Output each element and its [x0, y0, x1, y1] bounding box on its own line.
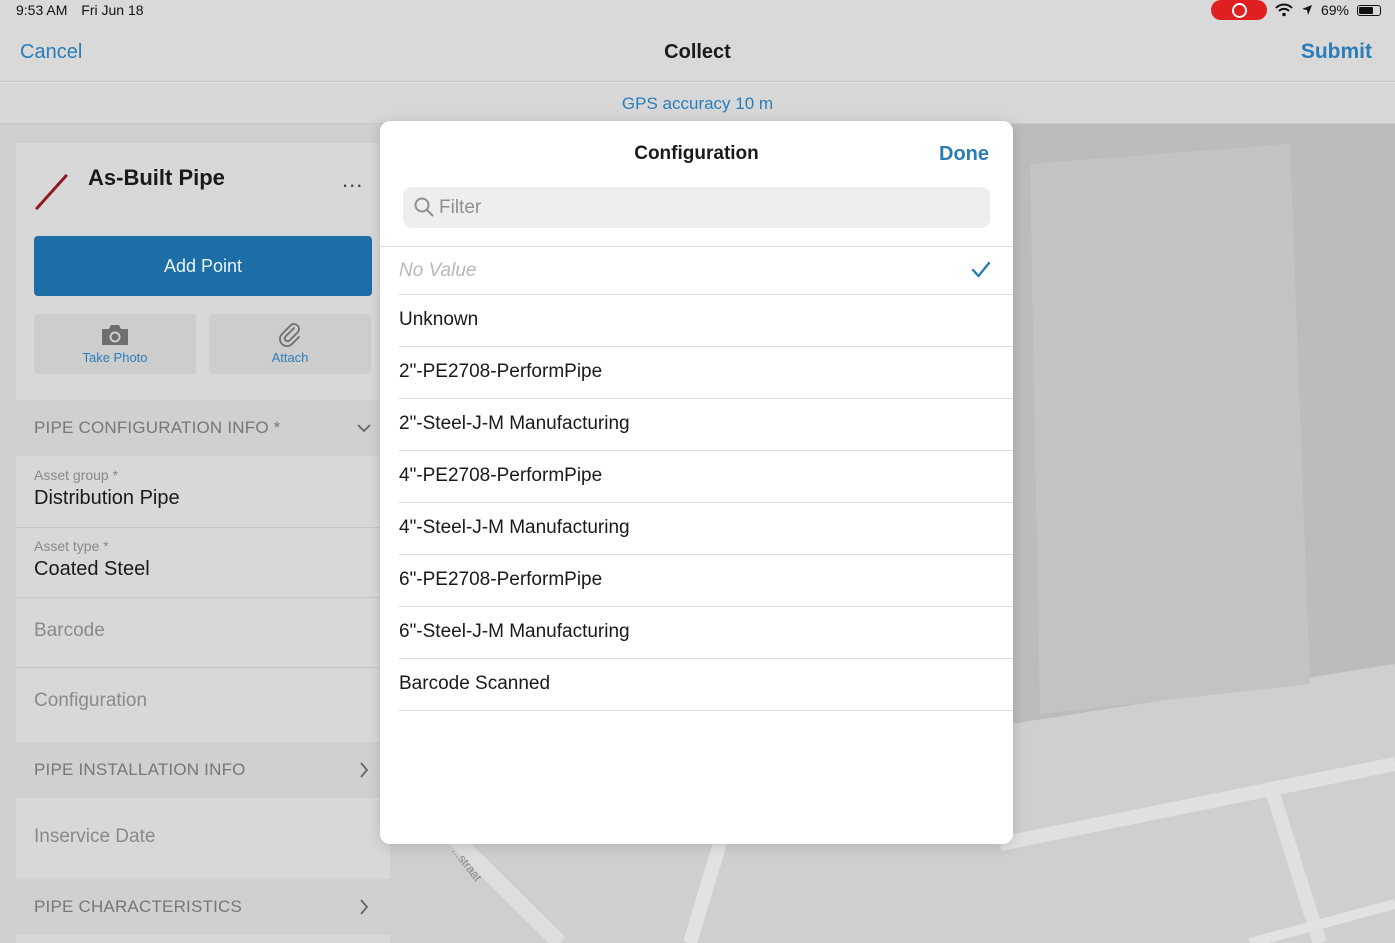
- filter-search-bar[interactable]: [403, 187, 990, 228]
- option-label: Unknown: [399, 309, 479, 330]
- inservice-date-label: Inservice Date: [34, 826, 156, 847]
- section-pipe-characteristics[interactable]: PIPE CHARACTERISTICS: [16, 879, 390, 935]
- take-photo-button[interactable]: Take Photo: [34, 314, 196, 374]
- asset-type-label: Asset type *: [34, 538, 109, 554]
- section-title: PIPE INSTALLATION INFO: [34, 760, 246, 779]
- option-label: 6"-PE2708-PerformPipe: [399, 569, 603, 590]
- option-no-value[interactable]: No Value: [380, 247, 1013, 295]
- section-title: PIPE CONFIGURATION INFO *: [34, 418, 281, 437]
- take-photo-label: Take Photo: [82, 350, 148, 365]
- option-label: Barcode Scanned: [399, 673, 551, 694]
- chevron-right-icon: [356, 879, 372, 943]
- asset-type-value: Coated Steel: [34, 558, 150, 580]
- submit-button[interactable]: Submit: [1301, 40, 1372, 64]
- asset-group-value: Distribution Pipe: [34, 487, 180, 509]
- asset-type-field[interactable]: Asset type * Coated Steel: [16, 528, 390, 598]
- option-item[interactable]: 4"-Steel-J-M Manufacturing: [380, 503, 1013, 555]
- inservice-date-field[interactable]: Inservice Date: [16, 803, 390, 873]
- option-label: 6"-Steel-J-M Manufacturing: [399, 621, 630, 642]
- status-date: Fri Jun 18: [81, 2, 144, 18]
- filter-input[interactable]: [439, 187, 979, 228]
- status-time: 9:53 AM: [16, 2, 68, 18]
- configuration-picker-popover: Configuration Done No Value Unknown 2"-P…: [380, 121, 1013, 844]
- option-item[interactable]: Barcode Scanned: [380, 659, 1013, 711]
- battery-percent: 69%: [1320, 2, 1349, 18]
- gps-accuracy-banner: GPS accuracy 10 m: [0, 83, 1395, 124]
- feature-header: As-Built Pipe ...: [16, 143, 390, 233]
- search-icon: [414, 197, 434, 217]
- option-label: 4"-Steel-J-M Manufacturing: [399, 517, 630, 538]
- battery-icon: [1357, 4, 1381, 16]
- done-button[interactable]: Done: [939, 143, 989, 166]
- add-point-button[interactable]: Add Point: [34, 236, 372, 296]
- checkmark-icon: [971, 261, 991, 278]
- configuration-label: Configuration: [34, 690, 148, 711]
- section-pipe-installation-info[interactable]: PIPE INSTALLATION INFO: [16, 742, 390, 798]
- navigation-bar: Cancel Collect Submit: [0, 22, 1395, 82]
- option-label: 4"-PE2708-PerformPipe: [399, 465, 603, 486]
- camera-icon: [102, 325, 128, 345]
- wifi-icon: [1275, 3, 1293, 17]
- asset-group-field[interactable]: Asset group * Distribution Pipe: [16, 458, 390, 528]
- attach-label: Attach: [271, 350, 309, 365]
- configuration-field[interactable]: Configuration: [16, 668, 390, 738]
- feature-form-panel: As-Built Pipe ... Add Point Take Photo A…: [16, 143, 390, 943]
- option-label: No Value: [399, 260, 477, 281]
- pipe-symbol-icon: [34, 173, 69, 211]
- more-options-button[interactable]: ...: [342, 169, 363, 191]
- section-pipe-configuration-info[interactable]: PIPE CONFIGURATION INFO *: [16, 400, 390, 456]
- barcode-field[interactable]: Barcode: [16, 598, 390, 668]
- option-item[interactable]: 6"-PE2708-PerformPipe: [380, 555, 1013, 607]
- option-item[interactable]: 2"-PE2708-PerformPipe: [380, 347, 1013, 399]
- asset-group-label: Asset group *: [34, 467, 119, 483]
- paperclip-icon: [279, 323, 300, 347]
- barcode-label: Barcode: [34, 620, 105, 641]
- option-item[interactable]: 6"-Steel-J-M Manufacturing: [380, 607, 1013, 659]
- configuration-options-list: No Value Unknown 2"-PE2708-PerformPipe 2…: [380, 247, 1013, 711]
- section-title: PIPE CHARACTERISTICS: [34, 897, 243, 916]
- status-bar: 9:53 AM Fri Jun 18 69%: [0, 0, 1395, 22]
- feature-title: As-Built Pipe: [88, 165, 225, 190]
- option-label: 2"-PE2708-PerformPipe: [399, 361, 603, 382]
- option-label: 2"-Steel-J-M Manufacturing: [399, 413, 630, 434]
- page-title: Collect: [664, 41, 731, 63]
- option-item[interactable]: 2"-Steel-J-M Manufacturing: [380, 399, 1013, 451]
- popover-title: Configuration: [634, 143, 759, 164]
- location-arrow-icon: [1301, 5, 1312, 15]
- screen-recording-icon[interactable]: [1210, 0, 1267, 20]
- attach-button[interactable]: Attach: [209, 314, 371, 374]
- option-item[interactable]: Unknown: [380, 295, 1013, 347]
- option-item[interactable]: 4"-PE2708-PerformPipe: [380, 451, 1013, 503]
